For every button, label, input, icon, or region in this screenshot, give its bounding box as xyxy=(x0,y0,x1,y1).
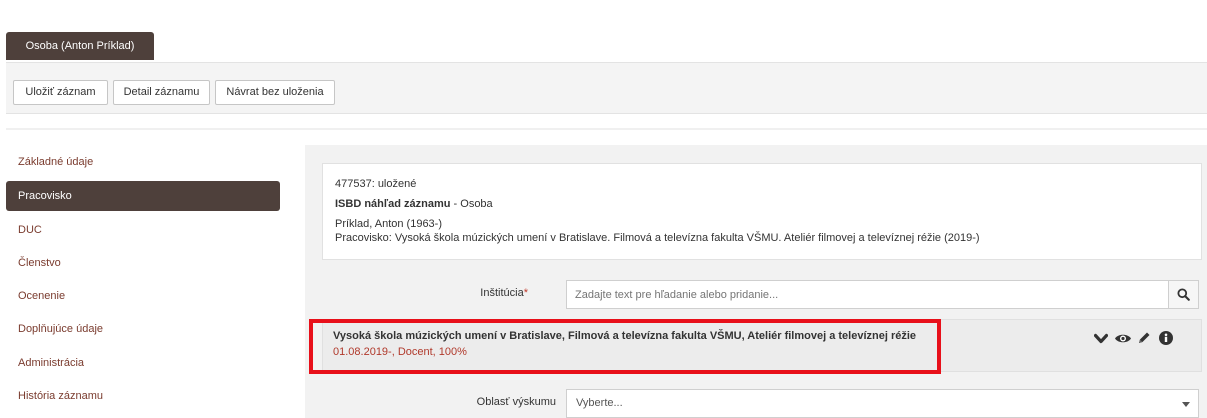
record-detail-button[interactable]: Detail záznamu xyxy=(113,80,210,105)
isbd-preview: 477537: uložené ISBD náhľad záznamu - Os… xyxy=(322,163,1202,260)
sidebar-item-basic-data[interactable]: Základné údaje xyxy=(6,147,280,177)
sidebar-item-record-history[interactable]: História záznamu xyxy=(6,381,280,411)
sidebar-item-label: Administrácia xyxy=(18,357,85,369)
sidebar-item-label: História záznamu xyxy=(18,390,103,402)
toolbar: Uložiť záznam Detail záznamu Návrat bez … xyxy=(6,62,1207,114)
sidebar-item-label: Doplňujúce údaje xyxy=(18,323,104,335)
sidebar-item-duc[interactable]: DUC xyxy=(6,215,280,245)
research-area-value: Vyberte... xyxy=(576,397,623,409)
sidebar-item-administration[interactable]: Administrácia xyxy=(6,348,280,378)
sidebar-item-additional-data[interactable]: Doplňujúce údaje xyxy=(6,314,280,344)
institution-label: Inštitúcia* xyxy=(480,287,528,299)
research-area-label: Oblasť výskumu xyxy=(476,396,556,408)
sidebar-item-membership[interactable]: Členstvo xyxy=(6,248,280,278)
return-without-save-button[interactable]: Návrat bez uloženia xyxy=(215,80,335,105)
person-tab[interactable]: Osoba (Anton Príklad) xyxy=(6,32,154,60)
caret-down-icon xyxy=(1182,402,1190,407)
required-mark: * xyxy=(523,287,528,299)
save-record-button[interactable]: Uložiť záznam xyxy=(13,80,108,105)
pencil-icon[interactable] xyxy=(1137,331,1151,345)
search-icon xyxy=(1177,288,1190,301)
isbd-heading-rest: - Osoba xyxy=(450,198,493,210)
isbd-heading: ISBD náhľad záznamu - Osoba xyxy=(335,198,493,210)
sidebar-item-label: Členstvo xyxy=(18,257,61,269)
sidebar-item-label: DUC xyxy=(18,224,42,236)
search-button[interactable] xyxy=(1168,280,1199,309)
sidebar-item-workplace[interactable]: Pracovisko xyxy=(6,181,280,211)
record-status: 477537: uložené xyxy=(335,178,417,190)
sidebar-item-label: Základné údaje xyxy=(18,156,94,168)
highlight-frame xyxy=(309,319,941,374)
institution-search-input[interactable] xyxy=(566,280,1169,309)
isbd-heading-bold: ISBD náhľad záznamu xyxy=(335,198,451,210)
sidebar-item-award[interactable]: Ocenenie xyxy=(6,281,280,311)
sidebar-item-label: Ocenenie xyxy=(18,290,66,302)
chevron-down-icon[interactable] xyxy=(1094,333,1108,345)
isbd-name: Príklad, Anton (1963-) xyxy=(335,218,443,230)
sidebar-item-label: Pracovisko xyxy=(18,190,72,202)
divider xyxy=(6,128,1207,130)
eye-icon[interactable] xyxy=(1114,332,1132,345)
isbd-workplace: Pracovisko: Vysoká škola múzických umení… xyxy=(335,232,980,244)
info-icon[interactable] xyxy=(1159,331,1173,345)
research-area-select[interactable]: Vyberte... xyxy=(566,389,1199,418)
